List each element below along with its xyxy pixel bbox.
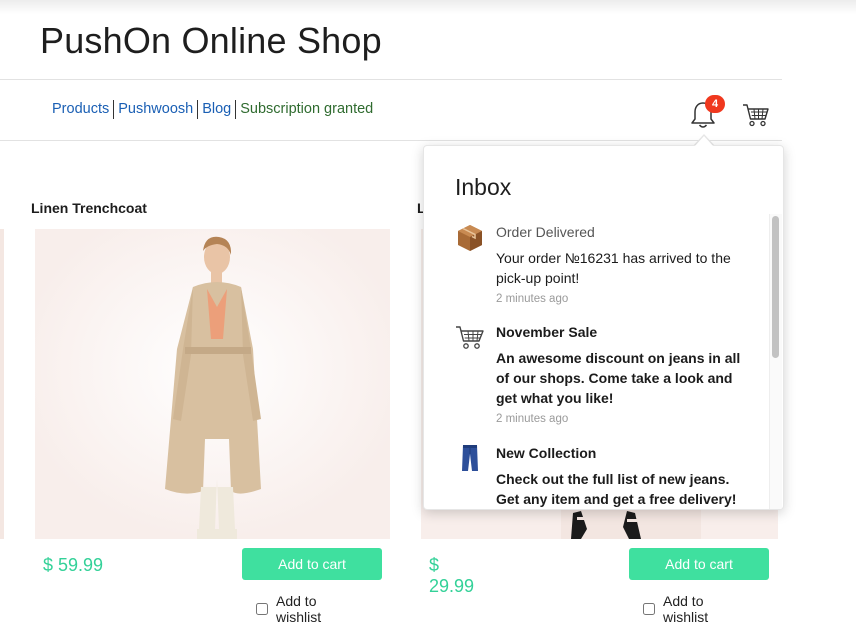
shopping-cart-icon: [456, 326, 484, 349]
wishlist-checkbox[interactable]: [643, 603, 655, 615]
message-time: 2 minutes ago: [496, 293, 569, 305]
message-title: November Sale: [496, 324, 598, 340]
product-image[interactable]: [35, 229, 390, 539]
message-title: New Collection: [496, 445, 597, 461]
inbox-scrollbar-thumb[interactable]: [772, 216, 779, 358]
header-divider: [0, 79, 782, 80]
popup-arrow-inner: [694, 136, 714, 147]
package-icon: [458, 225, 482, 251]
nav-link-products[interactable]: Products: [48, 100, 113, 119]
wishlist-label: Add to wishlist: [663, 593, 709, 625]
inbox-message-list: Order Delivered Your order №16231 has ar…: [424, 214, 769, 509]
message-time: 2 minutes ago: [496, 413, 569, 425]
page-title: PushOn Online Shop: [40, 20, 382, 61]
message-title: Order Delivered: [496, 224, 595, 240]
subscription-status: Subscription granted: [235, 100, 377, 119]
partial-product-image: [0, 229, 4, 539]
product-card: Linen Trenchcoat $ 59.99 Add to cart Add…: [31, 200, 390, 625]
message-body: Check out the full list of new jeans. Ge…: [496, 471, 737, 507]
add-to-cart-button[interactable]: Add to cart: [242, 548, 382, 580]
wishlist-label: Add to wishlist: [276, 593, 322, 625]
product-price: $ 29.99: [429, 555, 475, 596]
inbox-popup: Inbox Order Delivered Your order №16231 …: [423, 145, 784, 510]
product-name: Linen Trenchcoat: [31, 200, 147, 216]
wishlist-option[interactable]: Add to wishlist: [643, 593, 708, 625]
notification-badge: 4: [705, 95, 725, 113]
wishlist-option[interactable]: Add to wishlist: [256, 593, 321, 625]
add-to-cart-button[interactable]: Add to cart: [629, 548, 769, 580]
shopping-cart-icon[interactable]: [742, 102, 770, 128]
main-nav: Products Pushwoosh Blog Subscription gra…: [48, 100, 377, 119]
nav-link-pushwoosh[interactable]: Pushwoosh: [113, 100, 197, 119]
wishlist-checkbox[interactable]: [256, 603, 268, 615]
jeans-icon: [462, 445, 478, 471]
message-body: Your order №16231 has arrived to the pic…: [496, 250, 731, 286]
top-shadow: [0, 0, 856, 14]
product-price: $ 59.99: [43, 555, 104, 575]
message-body: An awesome discount on jeans in all of o…: [496, 350, 741, 406]
inbox-title: Inbox: [455, 174, 512, 200]
nav-link-blog[interactable]: Blog: [197, 100, 235, 119]
nav-divider: [0, 140, 782, 141]
